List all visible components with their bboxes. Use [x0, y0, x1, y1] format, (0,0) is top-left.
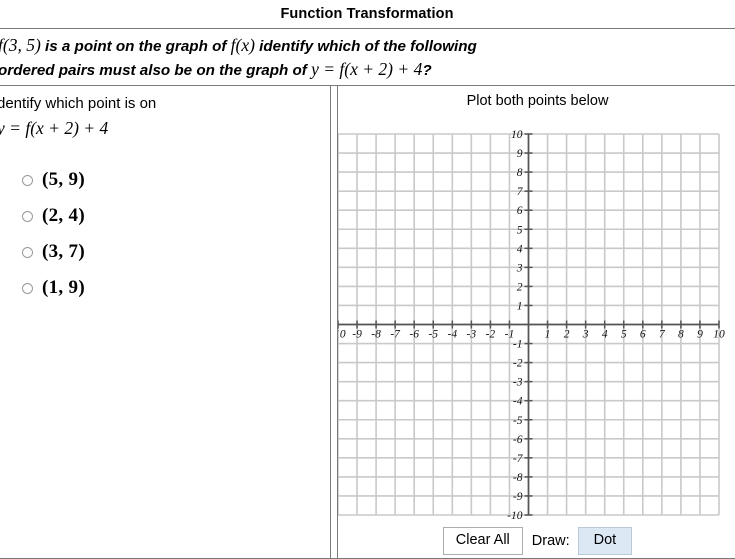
answer-panel-heading: dentify which point is on y = f(x + 2) +… — [0, 86, 330, 140]
x-tick-label: -8 — [371, 329, 381, 341]
y-tick-label: 8 — [517, 167, 523, 179]
radio-button-icon[interactable] — [22, 282, 33, 294]
answer-option-4[interactable]: (1, 9) — [22, 270, 330, 306]
y-tick-label: -5 — [513, 415, 523, 427]
question-prompt: f(3, 5) is a point on the graph of f(x) … — [0, 29, 735, 86]
question-text-mid: is a point on the graph of — [40, 38, 231, 55]
y-tick-label: 10 — [511, 129, 523, 141]
answer-panel: dentify which point is on y = f(x + 2) +… — [0, 86, 331, 559]
radio-button-icon[interactable] — [22, 210, 33, 222]
question-line-1: f(3, 5) is a point on the graph of f(x) … — [0, 34, 730, 58]
answer-option-1[interactable]: (5, 9) — [22, 162, 330, 198]
axis-tick-labels: -10-9-8-7-6-5-4-3-2-11234567891010987654… — [338, 129, 725, 522]
y-tick-label: 2 — [517, 281, 523, 293]
x-tick-label: 4 — [602, 329, 608, 341]
y-tick-label: -8 — [513, 472, 523, 484]
y-tick-label: 9 — [517, 148, 523, 160]
question-transform-equation: y = f(x + 2) + 4 — [311, 59, 423, 79]
function-transformation-widget: Function Transformation f(3, 5) is a poi… — [0, 0, 735, 559]
y-tick-label: 4 — [517, 243, 523, 255]
x-tick-label: 6 — [640, 329, 646, 341]
y-tick-label: -10 — [507, 510, 523, 522]
widget-title-bar: Function Transformation — [0, 0, 735, 29]
answer-option-label: (2, 4) — [42, 205, 85, 226]
x-tick-label: 1 — [545, 329, 551, 341]
y-tick-label: 3 — [516, 262, 523, 274]
graph-panel-title: Plot both points below — [466, 93, 609, 109]
x-tick-label: 10 — [713, 329, 725, 341]
x-tick-label: 7 — [659, 329, 666, 341]
y-tick-label: 7 — [517, 186, 524, 198]
y-tick-label: 1 — [517, 300, 523, 312]
x-tick-label: -9 — [352, 329, 362, 341]
coordinate-grid-svg[interactable]: -10-9-8-7-6-5-4-3-2-11234567891010987654… — [338, 122, 735, 522]
y-tick-label: -7 — [513, 453, 524, 465]
question-line2-qmark: ? — [422, 62, 432, 79]
x-tick-label: -5 — [428, 329, 438, 341]
question-line2-text: ordered pairs must also be on the graph … — [0, 62, 312, 79]
x-tick-label: -10 — [338, 329, 346, 341]
graph-toolbar: Clear All Draw: Dot — [338, 523, 735, 559]
y-tick-label: -1 — [513, 339, 523, 351]
x-tick-label: 2 — [564, 329, 570, 341]
y-tick-label: -9 — [513, 491, 523, 503]
draw-mode-label: Draw: — [531, 533, 570, 549]
y-tick-label: 5 — [517, 224, 523, 236]
y-tick-label: -2 — [513, 358, 523, 370]
x-tick-label: -6 — [409, 329, 419, 341]
x-tick-label: -2 — [486, 329, 496, 341]
panels-row: dentify which point is on y = f(x + 2) +… — [0, 86, 735, 559]
y-tick-label: -4 — [513, 396, 523, 408]
answer-heading-line-1: dentify which point is on — [0, 95, 157, 112]
question-fx: f(x) — [230, 35, 255, 55]
clear-all-button[interactable]: Clear All — [442, 527, 523, 555]
question-text-post: identify which of the following — [254, 38, 477, 55]
x-tick-label: 8 — [678, 329, 684, 341]
draw-dot-button[interactable]: Dot — [577, 527, 633, 555]
x-tick-label: 9 — [697, 329, 703, 341]
answer-options-list: (5, 9) (2, 4) (3, 7) (1, 9) — [0, 162, 330, 306]
x-tick-label: 3 — [582, 329, 589, 341]
x-tick-label: -3 — [467, 329, 477, 341]
radio-button-icon[interactable] — [22, 174, 33, 186]
y-tick-label: 6 — [517, 205, 523, 217]
answer-option-label: (1, 9) — [42, 277, 85, 298]
question-line-2: ordered pairs must also be on the graph … — [0, 58, 730, 82]
x-tick-label: -7 — [390, 329, 401, 341]
question-point-35: (3, 5) — [2, 35, 41, 55]
answer-heading-equation: y = f(x + 2) + 4 — [0, 118, 109, 138]
page-title: Function Transformation — [280, 6, 454, 22]
x-tick-label: 5 — [621, 329, 627, 341]
radio-button-icon[interactable] — [22, 246, 33, 258]
answer-option-2[interactable]: (2, 4) — [22, 198, 330, 234]
y-tick-label: -6 — [513, 434, 523, 446]
y-tick-label: -3 — [513, 377, 523, 389]
coordinate-plane[interactable]: -10-9-8-7-6-5-4-3-2-11234567891010987654… — [338, 122, 735, 522]
answer-option-3[interactable]: (3, 7) — [22, 234, 330, 270]
answer-option-label: (5, 9) — [42, 169, 85, 190]
graph-panel: Plot both points below -10 -9 -8 -7 -6 -5 -4 -3… — [337, 86, 735, 559]
answer-option-label: (3, 7) — [42, 241, 85, 262]
x-tick-label: -4 — [448, 329, 458, 341]
